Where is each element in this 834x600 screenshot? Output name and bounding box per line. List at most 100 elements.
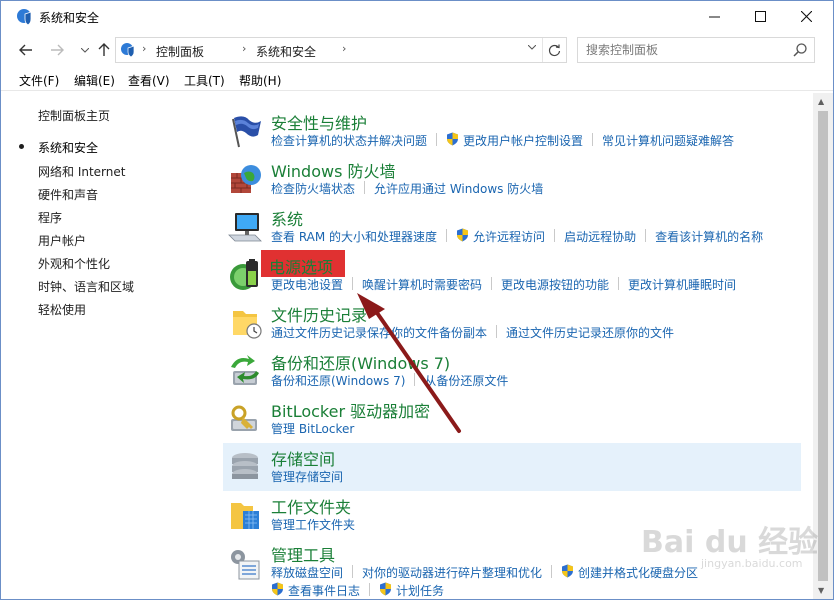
up-arrow-icon bbox=[98, 43, 110, 56]
link-divider bbox=[554, 229, 556, 242]
task-link[interactable]: 计划任务 bbox=[396, 582, 444, 599]
link-divider bbox=[496, 325, 498, 338]
sidebar-item-appearance[interactable]: 外观和个性化 bbox=[38, 255, 110, 272]
scroll-up-icon[interactable]: ▲ bbox=[818, 97, 824, 106]
sidebar-item-ease-of-access[interactable]: 轻松使用 bbox=[38, 301, 86, 318]
sidebar-item-user-accounts[interactable]: 用户帐户 bbox=[38, 232, 86, 249]
flag-icon bbox=[232, 116, 261, 148]
category-links: 管理存储空间 bbox=[271, 468, 343, 484]
category-title[interactable]: 存储空间 bbox=[271, 446, 335, 470]
close-button[interactable] bbox=[783, 1, 829, 31]
sidebar-item-programs[interactable]: 程序 bbox=[38, 209, 62, 226]
task-link[interactable]: 管理工作文件夹 bbox=[271, 516, 355, 533]
task-link[interactable]: 通过文件历史记录保存你的文件备份副本 bbox=[271, 324, 487, 341]
category-firewall: Windows 防火墙 检查防火墙状态 允许应用通过 Windows 防火墙 bbox=[223, 155, 801, 203]
task-link[interactable]: 管理存储空间 bbox=[271, 468, 343, 485]
breadcrumb-control-panel[interactable]: 控制面板 bbox=[156, 43, 204, 60]
uac-shield-icon bbox=[457, 228, 469, 242]
menu-file[interactable]: 文件(F) bbox=[19, 72, 59, 89]
address-bar[interactable]: › 控制面板 › 系统和安全 › bbox=[115, 37, 567, 63]
work-folders-icon bbox=[231, 503, 259, 529]
category-title[interactable]: 备份和还原(Windows 7) bbox=[271, 350, 450, 374]
task-link[interactable]: 查看事件日志 bbox=[288, 582, 360, 599]
storage-icon bbox=[232, 453, 258, 479]
search-icon[interactable] bbox=[792, 42, 808, 58]
task-link[interactable]: 启动远程协助 bbox=[564, 228, 636, 245]
file-history-icon bbox=[233, 311, 262, 339]
task-link[interactable]: 备份和还原(Windows 7) bbox=[271, 372, 405, 389]
category-title[interactable]: 管理工具 bbox=[271, 542, 335, 566]
category-title[interactable]: 工作文件夹 bbox=[271, 494, 351, 518]
link-divider bbox=[436, 133, 438, 146]
category-title[interactable]: 系统 bbox=[271, 206, 303, 230]
watermark-subtext: jingyan.baidu.com bbox=[701, 557, 803, 570]
task-link[interactable]: 查看该计算机的名称 bbox=[655, 228, 763, 245]
sidebar-item-clock-language[interactable]: 时钟、语言和区域 bbox=[38, 278, 134, 295]
category-links: 管理 BitLocker bbox=[271, 420, 354, 436]
refresh-button[interactable] bbox=[542, 38, 566, 62]
search-input[interactable] bbox=[578, 38, 788, 62]
control-panel-icon bbox=[121, 43, 135, 58]
sidebar-item-network[interactable]: 网络和 Internet bbox=[38, 163, 125, 180]
breadcrumb-separator-icon: › bbox=[342, 42, 347, 55]
baidu-watermark: Bai du 经验 jingyan.baidu.com bbox=[641, 513, 831, 573]
search-box[interactable] bbox=[577, 37, 815, 63]
sidebar-item-home[interactable]: 控制面板主页 bbox=[38, 107, 110, 124]
category-title[interactable]: 文件历史记录 bbox=[271, 302, 367, 326]
category-links: 备份和还原(Windows 7) 从备份还原文件 bbox=[271, 372, 508, 388]
menu-help[interactable]: 帮助(H) bbox=[239, 72, 281, 89]
refresh-icon bbox=[548, 44, 561, 56]
watermark-text: Bai du 经验 bbox=[641, 525, 819, 560]
power-options-title-highlighted[interactable]: 电源选项 bbox=[269, 254, 333, 278]
category-links: 更改电池设置 唤醒计算机时需要密码 更改电源按钮的功能 更改计算机睡眠时间 bbox=[271, 276, 736, 292]
task-link[interactable]: 允许应用通过 Windows 防火墙 bbox=[374, 180, 543, 197]
current-item-bullet-icon bbox=[19, 144, 24, 149]
task-link[interactable]: 检查防火墙状态 bbox=[271, 180, 355, 197]
category-links: 查看事件日志 计划任务 bbox=[271, 582, 444, 598]
category-title[interactable]: Windows 防火墙 bbox=[271, 158, 396, 182]
task-link[interactable]: 从备份还原文件 bbox=[424, 372, 508, 389]
forward-arrow-icon bbox=[51, 44, 64, 56]
task-link[interactable]: 通过文件历史记录还原你的文件 bbox=[506, 324, 674, 341]
link-divider bbox=[446, 229, 448, 242]
control-panel-window: 系统和安全 › 控制面板 › 系统和安全 › 搜索控制面板 文件(F) 编辑(E… bbox=[0, 0, 834, 600]
window-title: 系统和安全 bbox=[39, 11, 100, 25]
link-divider bbox=[364, 181, 366, 194]
menu-tools[interactable]: 工具(T) bbox=[184, 72, 225, 89]
scrollbar-thumb[interactable] bbox=[818, 111, 828, 581]
close-icon bbox=[800, 10, 812, 22]
maximize-button[interactable] bbox=[737, 1, 783, 31]
category-storage-spaces[interactable]: 存储空间 管理存储空间 bbox=[223, 443, 801, 491]
task-link[interactable]: 检查计算机的状态并解决问题 bbox=[271, 132, 427, 149]
address-dropdown-icon[interactable] bbox=[527, 43, 537, 53]
task-link[interactable]: 常见计算机问题疑难解答 bbox=[602, 132, 734, 149]
back-button[interactable] bbox=[15, 39, 37, 61]
up-button[interactable] bbox=[93, 39, 115, 61]
navigation-bar: › 控制面板 › 系统和安全 › bbox=[1, 33, 833, 67]
task-link[interactable]: 更改用户帐户控制设置 bbox=[463, 132, 583, 149]
category-title[interactable]: BitLocker 驱动器加密 bbox=[271, 398, 430, 422]
task-link[interactable]: 更改计算机睡眠时间 bbox=[628, 276, 736, 293]
task-link[interactable]: 查看 RAM 的大小和处理器速度 bbox=[271, 228, 437, 245]
sidebar-item-system-security[interactable]: 系统和安全 bbox=[38, 139, 98, 156]
scroll-down-icon[interactable]: ▼ bbox=[818, 586, 824, 595]
forward-button[interactable] bbox=[46, 39, 68, 61]
link-divider bbox=[645, 229, 647, 242]
task-link[interactable]: 允许远程访问 bbox=[473, 228, 545, 245]
task-link[interactable]: 唤醒计算机时需要密码 bbox=[362, 276, 482, 293]
category-backup-restore: 备份和还原(Windows 7) 备份和还原(Windows 7) 从备份还原文件 bbox=[223, 347, 801, 395]
category-links: 管理工作文件夹 bbox=[271, 516, 355, 532]
minimize-button[interactable] bbox=[691, 1, 737, 31]
uac-shield-icon bbox=[447, 132, 459, 146]
menu-edit[interactable]: 编辑(E) bbox=[74, 72, 115, 89]
task-link[interactable]: 更改电源按钮的功能 bbox=[501, 276, 609, 293]
task-link[interactable]: 更改电池设置 bbox=[271, 276, 343, 293]
category-title[interactable]: 安全性与维护 bbox=[271, 110, 367, 134]
menu-view[interactable]: 查看(V) bbox=[128, 72, 170, 89]
sidebar-item-hardware-sound[interactable]: 硬件和声音 bbox=[38, 186, 98, 203]
category-links: 查看 RAM 的大小和处理器速度 允许远程访问 启动远程协助 查看该计算机的名称 bbox=[271, 228, 763, 244]
control-panel-icon bbox=[17, 9, 32, 26]
uac-shield-icon bbox=[272, 582, 283, 596]
task-link[interactable]: 管理 BitLocker bbox=[271, 420, 354, 437]
breadcrumb-system-security[interactable]: 系统和安全 bbox=[256, 43, 316, 60]
